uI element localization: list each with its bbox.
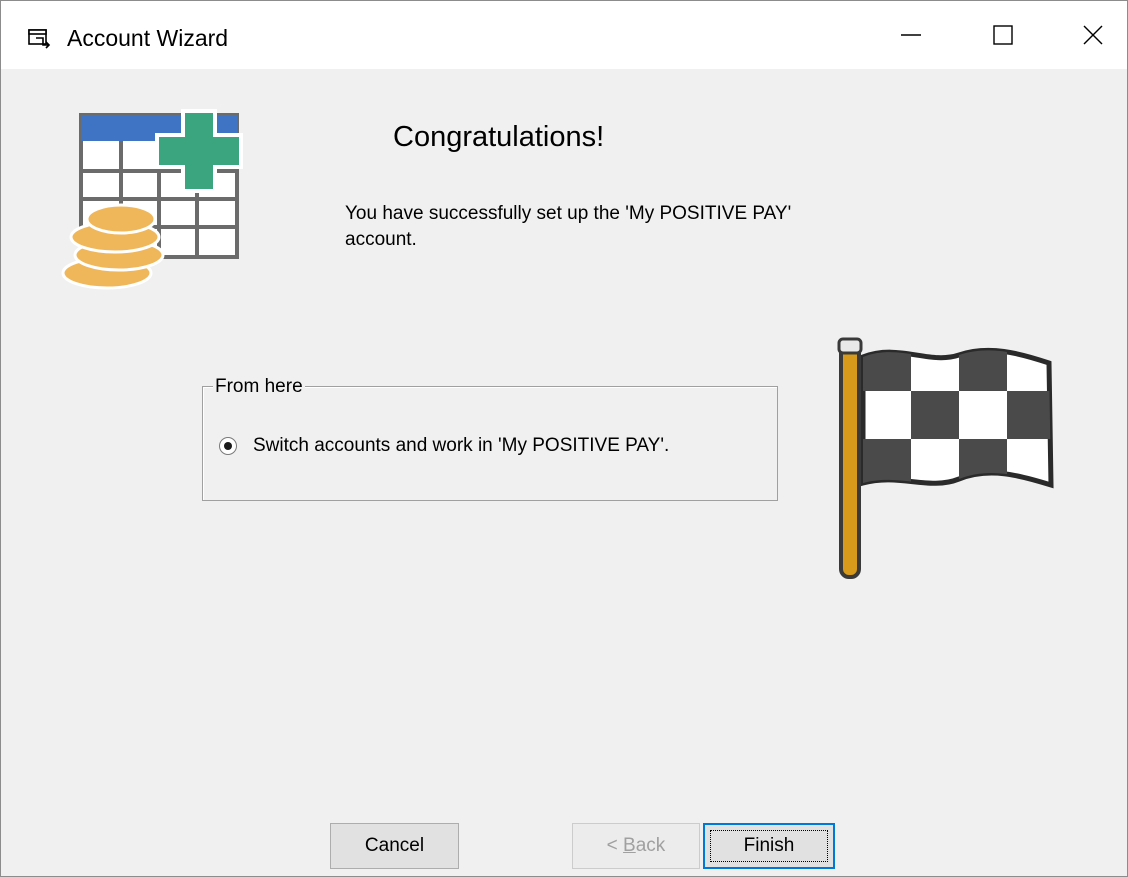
switch-accounts-option[interactable]: Switch accounts and work in 'My POSITIVE…: [219, 435, 669, 457]
switch-accounts-label[interactable]: Switch accounts and work in 'My POSITIVE…: [253, 435, 669, 457]
finish-button[interactable]: Finish: [703, 823, 835, 869]
minimize-button[interactable]: [865, 1, 957, 69]
account-wizard-window: Account Wizard Congratulations! You have…: [0, 0, 1128, 877]
wizard-heading: Congratulations!: [393, 121, 605, 153]
cancel-button[interactable]: Cancel: [330, 823, 459, 869]
ledger-coins-plus-icon: [61, 109, 243, 290]
close-button[interactable]: [1047, 1, 1128, 69]
back-button-prefix: <: [606, 835, 624, 856]
title-bar: Account Wizard: [1, 1, 1127, 69]
window-title: Account Wizard: [67, 25, 229, 51]
maximize-icon: [993, 25, 1013, 45]
back-button-accelerator: B: [623, 835, 636, 856]
checkered-flag-icon: [837, 337, 1054, 579]
success-message: You have successfully set up the 'My POS…: [345, 203, 792, 250]
maximize-button[interactable]: [957, 1, 1049, 69]
switch-accounts-radio[interactable]: [219, 437, 237, 455]
minimize-icon: [901, 34, 921, 36]
close-icon: [1083, 25, 1103, 45]
back-button-label: ack: [635, 835, 666, 856]
back-button[interactable]: < Back: [572, 823, 700, 869]
groupbox-label: From here: [213, 376, 305, 398]
finish-button-label: Finish: [743, 835, 795, 856]
wizard-app-icon: [28, 29, 51, 49]
